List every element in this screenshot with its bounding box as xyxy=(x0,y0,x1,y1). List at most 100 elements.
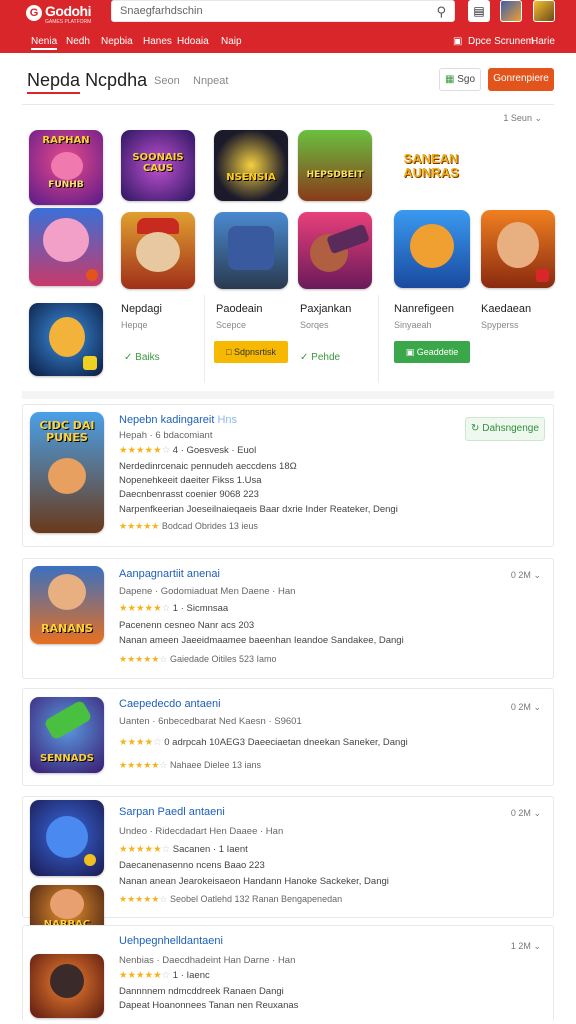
character-art xyxy=(50,889,84,919)
game-tile[interactable]: NSENSIA xyxy=(214,130,288,201)
game-tile[interactable]: SOONAIS CAUS xyxy=(121,130,195,201)
nav-item[interactable]: Hanes xyxy=(143,36,172,47)
filter-button[interactable]: ▦ Sgo xyxy=(439,68,481,91)
page-title-primary: Nepda xyxy=(27,70,81,94)
tile-title: NSENSIA xyxy=(226,172,276,183)
featured-logo-text: SANEAN AUNRAS xyxy=(403,151,459,180)
logo-mark-icon: G xyxy=(26,5,42,21)
chevron-down-icon: ⌄ xyxy=(533,941,541,951)
search-input[interactable]: Snaegfarhdschin ⚲ xyxy=(111,0,455,22)
list-item[interactable]: RANANS Aanpagnartiit anenai Dapene · God… xyxy=(22,558,554,679)
character-art xyxy=(228,226,274,270)
game-art xyxy=(30,954,104,1018)
card-name[interactable]: Nepdagi xyxy=(121,303,162,315)
row-rating-text: 1 · Sicmnsaa xyxy=(172,603,229,614)
game-tile[interactable]: RAPHAN FUNHB xyxy=(29,130,103,205)
game-art: SENNADS xyxy=(30,697,104,773)
character-art xyxy=(48,458,86,494)
search-icon[interactable]: ⚲ xyxy=(436,4,446,20)
row-rating: ★★★★★☆ 4 · Goesvesk · Euol xyxy=(119,445,256,456)
tile-subtitle: FUNHB xyxy=(48,180,84,190)
nav-right-item[interactable]: Dpce Scrunem xyxy=(468,36,534,47)
nav-item[interactable]: Nenia xyxy=(31,36,58,50)
nav-settings-icon[interactable]: ▣ xyxy=(453,36,462,47)
nav-item[interactable]: Nedh xyxy=(66,36,90,47)
weapon-art xyxy=(43,699,93,741)
sort-control[interactable]: 1 Seun ⌄ xyxy=(503,113,542,124)
game-tile[interactable] xyxy=(481,210,555,288)
card-action-link[interactable]: ✓ Baiks xyxy=(124,352,160,363)
sort-label: 1 Seun xyxy=(503,113,532,123)
row-title[interactable]: Uehpegnhelldantaeni xyxy=(119,935,223,947)
game-tile[interactable] xyxy=(121,212,195,289)
row-title[interactable]: Sarpan Paedl antaeni xyxy=(119,806,225,818)
nav-item[interactable]: Nepbia xyxy=(101,36,133,47)
row-title[interactable]: Nepebn kadingareit Hns xyxy=(119,414,237,426)
game-tile[interactable] xyxy=(394,210,470,288)
nav-bar: Nenia Nedh Nepbia Hanes Hdoaia Naip ▣ Dp… xyxy=(0,36,576,50)
row-size[interactable]: 0 2M ⌄ xyxy=(511,570,541,581)
divider xyxy=(204,295,205,383)
game-tile[interactable] xyxy=(29,208,103,286)
game-tile[interactable] xyxy=(298,212,372,289)
weapon-art xyxy=(326,223,370,255)
list-item[interactable]: Uehpegnhelldantaeni Nenbias · Daecdhadei… xyxy=(22,925,554,1021)
game-tile[interactable]: HEPSDBEIT xyxy=(298,130,372,201)
row-rating-text: 4 · Goesvesk · Euol xyxy=(172,445,257,456)
action-button[interactable]: ↻ Dahsngenge xyxy=(465,417,545,441)
get-button[interactable]: ▣ Geaddetie xyxy=(394,341,470,363)
card-name[interactable]: Nanrefigeen xyxy=(394,303,454,315)
primary-action-button[interactable]: Gonrenpiere xyxy=(488,68,554,91)
logo-subtitle: GAMES PLATFORM xyxy=(45,19,92,25)
row-stats-text: Gaiedade Oitiles 523 Iamo xyxy=(169,654,277,664)
card-action-link[interactable]: ✓ Pehde xyxy=(300,352,340,363)
tab-nnpeat[interactable]: Nnpeat xyxy=(193,75,228,87)
card-subtitle: Sinyaeah xyxy=(394,320,432,330)
install-button[interactable]: □ Sdpnsrtisk xyxy=(214,341,288,363)
profile-avatar[interactable] xyxy=(533,0,555,22)
card-subtitle: Hepqe xyxy=(121,320,148,330)
card-name[interactable]: Kaedaean xyxy=(481,303,531,315)
nav-item[interactable]: Naip xyxy=(221,36,242,47)
row-rating-text: Sacanen · 1 Iaent xyxy=(172,844,248,855)
row-stats-text: Bodcad Obrides 13 ieus xyxy=(161,521,258,531)
game-tile[interactable] xyxy=(214,212,288,289)
row-size-text: 0 2M xyxy=(510,570,531,580)
row-size[interactable]: 1 2M ⌄ xyxy=(511,941,541,952)
character-art xyxy=(49,317,85,357)
row-description: Daecnbenrasst coenier 9068 223 xyxy=(119,489,259,500)
row-title[interactable]: Aanpagnartiit anenai xyxy=(119,568,220,580)
game-tile[interactable] xyxy=(29,303,103,376)
card-name[interactable]: Paodeain xyxy=(216,303,263,315)
avatar[interactable] xyxy=(500,0,522,22)
tile-title: RAPHAN xyxy=(42,135,90,146)
list-item[interactable]: CIDC DAI PUNES Nepebn kadingareit Hns He… xyxy=(22,404,554,547)
nav-right-item[interactable]: Harie xyxy=(531,36,555,47)
divider xyxy=(22,104,554,105)
rating-stars: ★★★★★☆ xyxy=(119,970,171,981)
rating-stars: ★★★★★ xyxy=(119,521,160,531)
list-item[interactable]: NARBAC Sarpan Paedl antaeni Undeo · Ride… xyxy=(22,796,554,947)
row-meta-line: Nenbias · Daecdhadeint Han Darne · Han xyxy=(119,955,296,966)
row-description: Nanan ameen Jaeeidmaamee baeenhan Ieando… xyxy=(119,635,404,646)
character-art xyxy=(51,152,83,180)
row-description: Narpenfkeerian Joeseilnaieqaeis Baar dxr… xyxy=(119,504,398,515)
card-name[interactable]: Paxjankan xyxy=(300,303,351,315)
filter-button-label: Sgo xyxy=(457,74,476,85)
check-icon: ✓ xyxy=(124,352,133,363)
notifications-button[interactable]: ▤ xyxy=(468,0,490,22)
row-description: Pacenenn cesneo Nanr acs 203 xyxy=(119,620,255,631)
row-size[interactable]: 0 2M ⌄ xyxy=(511,702,541,713)
tab-seon[interactable]: Seon xyxy=(154,75,180,87)
row-size[interactable]: 0 2M ⌄ xyxy=(511,808,541,819)
row-stats: ★★★★★☆ Nahaee Dielee 13 ians xyxy=(119,760,261,771)
rating-stars: ★★★★★☆ xyxy=(119,654,168,664)
nav-item[interactable]: Hdoaia xyxy=(177,36,209,47)
app-logo[interactable]: G Godohi GAMES PLATFORM xyxy=(26,3,96,25)
row-title[interactable]: Caepedecdo antaeni xyxy=(119,698,221,710)
chevron-down-icon: ⌄ xyxy=(533,702,541,712)
row-description: Nopenehkeeit daeiter Fikss 1.Usa xyxy=(119,475,262,486)
top-bar: G Godohi GAMES PLATFORM Snaegfarhdschin … xyxy=(0,0,576,53)
list-item[interactable]: SENNADS Caepedecdo antaeni Uanten · 6nbe… xyxy=(22,688,554,786)
inbox-icon: ▤ xyxy=(473,4,485,18)
